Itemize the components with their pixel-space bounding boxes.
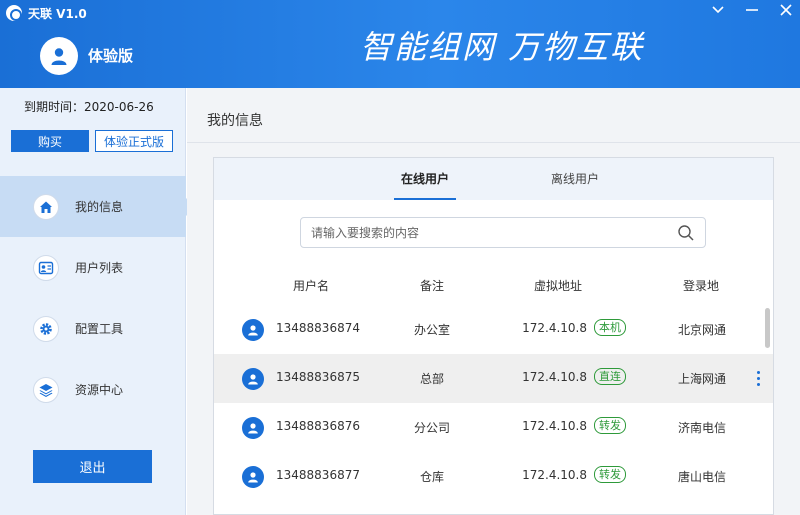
app-logo-icon — [6, 5, 22, 21]
search-input[interactable] — [311, 218, 661, 247]
home-icon — [33, 193, 59, 220]
minimize-icon[interactable] — [744, 2, 760, 18]
table-header: 用户名 备注 虚拟地址 登录地 — [214, 271, 773, 301]
table-row[interactable]: 13488836876 分公司 172.4.10.8 转发 济南电信 — [214, 403, 773, 452]
more-options-icon[interactable] — [752, 368, 764, 388]
login-location-cell: 北京网通 — [677, 323, 727, 337]
user-avatar-icon — [242, 319, 264, 341]
sidebar-item-resource-center[interactable]: 资源中心 — [0, 359, 186, 420]
username-cell: 13488836876 — [276, 419, 360, 433]
sidebar-nav: 我的信息 用户列表 配置工具 资源中心 — [0, 176, 195, 420]
username-cell: 13488836874 — [276, 321, 360, 335]
trial-upgrade-button[interactable]: 体验正式版 — [95, 130, 173, 152]
column-header-virtual-address[interactable]: 虚拟地址 — [534, 277, 582, 294]
user-avatar-icon — [242, 466, 264, 488]
title-bar: 天联 V1.0 体验版 智能组网 万物互联 — [0, 0, 800, 88]
virtual-address-cell: 172.4.10.8 — [522, 321, 587, 335]
scrollbar[interactable] — [765, 308, 770, 348]
user-table: 13488836874 办公室 172.4.10.8 本机 北京网通 13488… — [214, 305, 773, 501]
connection-badge: 直连 — [594, 368, 626, 385]
tab-offline-users[interactable]: 离线用户 — [544, 158, 606, 200]
login-location-cell: 上海网通 — [677, 372, 727, 386]
table-row[interactable]: 13488836875 总部 172.4.10.8 直连 上海网通 — [214, 354, 773, 403]
column-header-note[interactable]: 备注 — [420, 277, 444, 294]
user-list-icon — [33, 254, 59, 281]
note-cell: 分公司 — [413, 421, 451, 435]
sidebar-item-my-info[interactable]: 我的信息 — [0, 176, 195, 237]
username-cell: 13488836875 — [276, 370, 360, 384]
note-cell: 办公室 — [413, 323, 451, 337]
note-cell: 总部 — [419, 372, 445, 386]
close-icon[interactable] — [778, 2, 794, 18]
chevron-down-icon[interactable] — [710, 2, 726, 18]
main-content: 我的信息 在线用户 离线用户 用户名 备注 虚拟地址 登录地 134888368… — [187, 88, 800, 515]
virtual-address-cell: 172.4.10.8 — [522, 370, 587, 384]
gear-icon — [33, 315, 59, 342]
user-avatar-icon — [242, 368, 264, 390]
window-controls — [710, 2, 794, 18]
virtual-address-cell: 172.4.10.8 — [522, 468, 587, 482]
column-header-login-location[interactable]: 登录地 — [683, 277, 719, 294]
search-box — [300, 217, 706, 248]
user-avatar-icon — [242, 417, 264, 439]
divider — [187, 142, 800, 143]
buy-button[interactable]: 购买 — [11, 130, 89, 152]
page-title: 我的信息 — [207, 113, 263, 129]
sidebar-item-user-list[interactable]: 用户列表 — [0, 237, 186, 298]
logout-button[interactable]: 退出 — [33, 450, 152, 483]
login-location-cell: 唐山电信 — [677, 470, 727, 484]
sidebar-item-label: 资源中心 — [75, 383, 124, 397]
tab-online-users[interactable]: 在线用户 — [394, 158, 456, 200]
app-title: 天联 V1.0 — [6, 4, 87, 22]
virtual-address-cell: 172.4.10.8 — [522, 419, 587, 433]
search-icon[interactable] — [677, 224, 695, 242]
column-header-username[interactable]: 用户名 — [293, 277, 329, 294]
table-row[interactable]: 13488836877 仓库 172.4.10.8 转发 唐山电信 — [214, 452, 773, 501]
sidebar-item-label: 配置工具 — [75, 322, 124, 336]
table-row[interactable]: 13488836874 办公室 172.4.10.8 本机 北京网通 — [214, 305, 773, 354]
note-cell: 仓库 — [419, 470, 445, 484]
login-location-cell: 济南电信 — [677, 421, 727, 435]
sidebar-item-config-tools[interactable]: 配置工具 — [0, 298, 186, 359]
slogan-text: 智能组网 万物互联 — [360, 28, 645, 66]
user-tabs: 在线用户 离线用户 — [214, 158, 773, 200]
sidebar-item-label: 我的信息 — [75, 200, 124, 214]
expire-date: 到期时间：2020-06-26 — [24, 100, 154, 114]
connection-badge: 转发 — [594, 466, 626, 483]
connection-badge: 本机 — [594, 319, 626, 336]
username-cell: 13488836877 — [276, 468, 360, 482]
sidebar: 到期时间：2020-06-26 购买 体验正式版 我的信息 用户列表 配置工具 … — [0, 88, 195, 515]
user-avatar-icon[interactable] — [40, 37, 78, 75]
users-panel: 在线用户 离线用户 用户名 备注 虚拟地址 登录地 13488836874 办公… — [213, 157, 774, 515]
sidebar-item-label: 用户列表 — [75, 261, 124, 275]
app-title-text: 天联 V1.0 — [28, 6, 87, 21]
edition-label: 体验版 — [88, 47, 134, 65]
layers-icon — [33, 376, 59, 403]
connection-badge: 转发 — [594, 417, 626, 434]
